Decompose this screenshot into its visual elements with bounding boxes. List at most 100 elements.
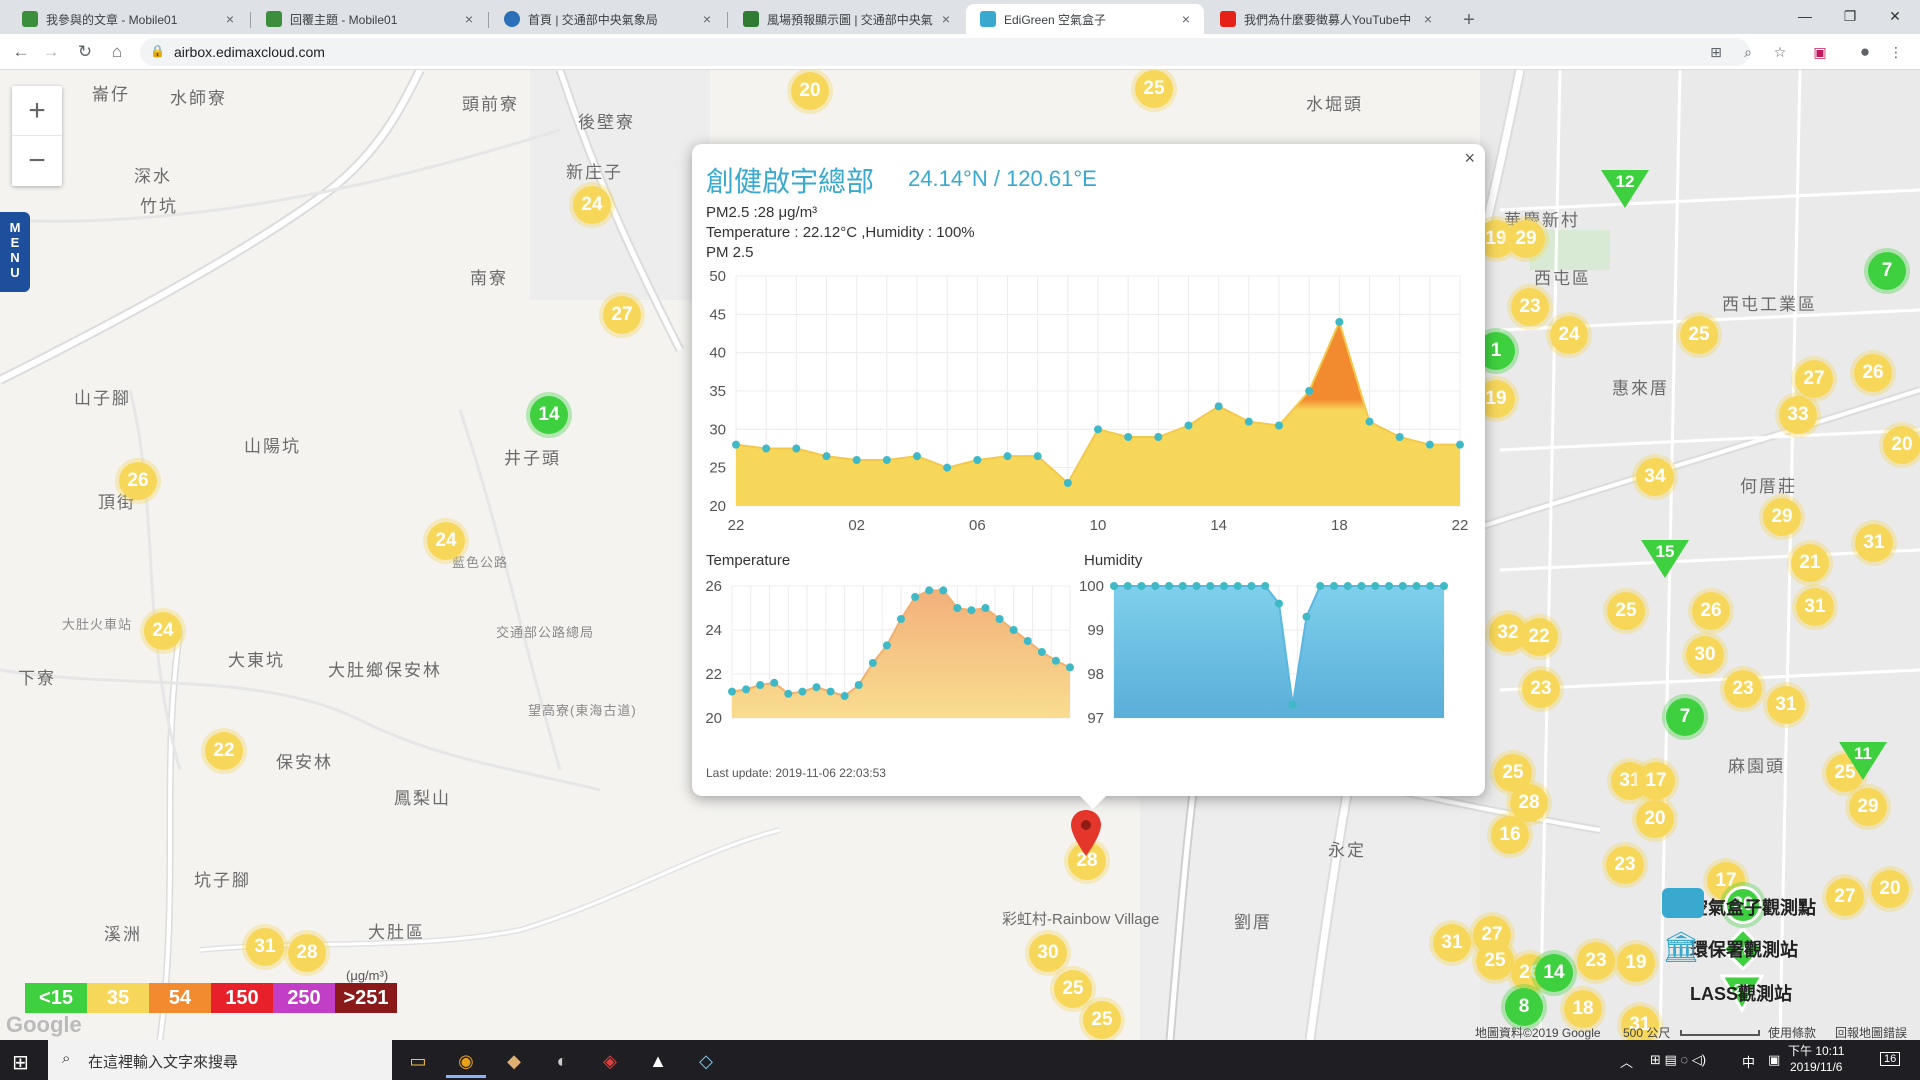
app-icon[interactable]: ◐ [542,1044,582,1078]
airbox-marker-good[interactable]: 14 [1535,954,1573,992]
app-icon[interactable]: ◇ [686,1044,726,1078]
airbox-marker[interactable]: 28 [288,934,326,972]
airbox-marker[interactable]: 31 [1767,686,1805,724]
airbox-marker[interactable]: 17 [1637,762,1675,800]
menu-button[interactable]: M E N U [0,212,30,292]
airbox-marker[interactable]: 23 [1577,942,1615,980]
google-logo[interactable]: Google [6,1012,82,1038]
back-icon[interactable]: ← [10,41,32,63]
airbox-marker[interactable]: 27 [1826,878,1864,916]
maximize-icon[interactable]: ❐ [1830,4,1870,28]
airbox-marker[interactable]: 20 [1883,426,1920,464]
translate-icon[interactable]: ⊞ [1706,42,1726,62]
airbox-marker[interactable]: 30 [1029,934,1067,972]
airbox-marker[interactable]: 20 [1636,800,1674,838]
airbox-marker[interactable]: 31 [1433,924,1471,962]
airbox-marker[interactable]: 16 [1491,816,1529,854]
clock[interactable]: 下午 10:11 2019/11/6 [1788,1043,1844,1075]
app-icon[interactable]: ◈ [590,1044,630,1078]
airbox-marker[interactable]: 23 [1522,670,1560,708]
airbox-marker[interactable]: 20 [791,72,829,110]
terms-link[interactable]: 使用條款 [1768,1024,1816,1041]
airbox-marker-good[interactable]: 8 [1505,988,1543,1026]
airbox-marker-good[interactable]: 7 [1666,698,1704,736]
home-icon[interactable]: ⌂ [106,41,128,63]
zoom-out-button[interactable]: − [12,136,62,186]
tray-chevron-icon[interactable]: ︿ [1620,1052,1633,1071]
map-pin-icon[interactable] [1071,810,1101,856]
airbox-marker[interactable]: 22 [1520,618,1558,656]
account-icon[interactable]: ● [1855,42,1875,62]
tab-close-icon[interactable]: × [699,11,715,27]
action-center-icon[interactable]: ▣ [1768,1052,1780,1068]
extension-icon[interactable]: ▣ [1810,42,1830,62]
chrome-menu-icon[interactable]: ⋮ [1886,42,1906,62]
forward-icon[interactable]: → [40,41,62,63]
airbox-marker[interactable]: 31 [1855,524,1893,562]
tab-edigreen-airbox[interactable]: EdiGreen 空氣盒子 × [966,4,1204,34]
tab-mobile01-articles[interactable]: 我參與的文章 - Mobile01 × [8,4,248,34]
airbox-marker[interactable]: 26 [119,462,157,500]
airbox-marker[interactable]: 29 [1849,788,1887,826]
airbox-marker[interactable]: 24 [1550,316,1588,354]
airbox-marker[interactable]: 23 [1724,670,1762,708]
tab-close-icon[interactable]: × [222,11,238,27]
app-icon[interactable]: ◆ [494,1044,534,1078]
address-bar[interactable]: 🔒 airbox.edimaxcloud.com [140,38,1750,66]
chrome-taskbar-icon[interactable]: ◉ [446,1044,486,1078]
airbox-marker[interactable]: 23 [1511,288,1549,326]
tab-youtube[interactable]: 我們為什麼要徵募人YouTube中 × [1206,4,1446,34]
airbox-marker[interactable]: 31 [1796,588,1834,626]
airbox-marker[interactable]: 20 [1871,870,1909,908]
airbox-marker[interactable]: 19 [1617,944,1655,982]
window-close-icon[interactable]: ✕ [1875,4,1915,28]
airbox-marker[interactable]: 27 [603,296,641,334]
airbox-marker[interactable]: 25 [1135,70,1173,108]
new-tab-button[interactable]: + [1455,6,1483,34]
airbox-marker[interactable]: 21 [1791,544,1829,582]
reload-icon[interactable]: ↻ [74,41,96,63]
zoom-icon[interactable]: ⌕ [1738,42,1758,62]
lass-station-marker[interactable]: 15 [1641,540,1689,578]
tab-wind-forecast[interactable]: 風場預報顯示圖 | 交通部中央氣 × [729,4,964,34]
tab-cwb-home[interactable]: 首頁 | 交通部中央氣象局 × [490,4,725,34]
tab-close-icon[interactable]: × [461,11,477,27]
taskbar-search[interactable]: ⌕ 在這裡輸入文字來搜尋 [48,1040,392,1080]
lass-station-marker[interactable]: 11 [1839,742,1887,780]
notification-count[interactable]: 16 [1880,1052,1901,1066]
airbox-marker[interactable]: 25 [1083,1001,1121,1039]
airbox-marker[interactable]: 29 [1507,220,1545,258]
airbox-marker[interactable]: 25 [1680,316,1718,354]
airbox-marker[interactable]: 29 [1763,498,1801,536]
airbox-marker[interactable]: 25 [1607,592,1645,630]
airbox-marker[interactable]: 27 [1795,360,1833,398]
tab-mobile01-reply[interactable]: 回覆主題 - Mobile01 × [252,4,487,34]
windows-start-icon[interactable]: ⊞ [12,1050,29,1075]
airbox-marker[interactable]: 22 [205,732,243,770]
tab-close-icon[interactable]: × [1420,11,1436,27]
tray-icons[interactable]: ⊞ ▤ ◌ ◁) [1650,1052,1706,1068]
airbox-marker[interactable]: 31 [246,928,284,966]
airbox-marker[interactable]: 26 [1692,592,1730,630]
photos-icon[interactable]: ▲ [638,1044,678,1078]
map-data-attribution[interactable]: 地圖資料©2019 Google [1475,1024,1601,1041]
airbox-marker[interactable]: 24 [144,612,182,650]
airbox-marker[interactable]: 34 [1636,458,1674,496]
airbox-marker[interactable]: 26 [1854,354,1892,392]
popup-close-button[interactable]: × [1464,148,1475,169]
file-explorer-icon[interactable]: ▭ [398,1044,438,1078]
report-error-link[interactable]: 回報地圖錯誤 [1835,1024,1907,1041]
airbox-marker[interactable]: 23 [1606,846,1644,884]
tab-close-icon[interactable]: × [1178,11,1194,27]
airbox-marker[interactable]: 33 [1779,396,1817,434]
airbox-marker-good[interactable]: 14 [530,396,568,434]
airbox-marker[interactable]: 18 [1564,990,1602,1028]
ime-indicator[interactable]: 中 [1742,1052,1755,1071]
bookmark-star-icon[interactable]: ☆ [1770,42,1790,62]
airbox-marker[interactable]: 25 [1054,970,1092,1008]
airbox-marker[interactable]: 24 [573,186,611,224]
tab-close-icon[interactable]: × [938,11,954,27]
airbox-marker-good[interactable]: 7 [1868,252,1906,290]
airbox-marker[interactable]: 30 [1686,636,1724,674]
airbox-marker[interactable]: 24 [427,522,465,560]
